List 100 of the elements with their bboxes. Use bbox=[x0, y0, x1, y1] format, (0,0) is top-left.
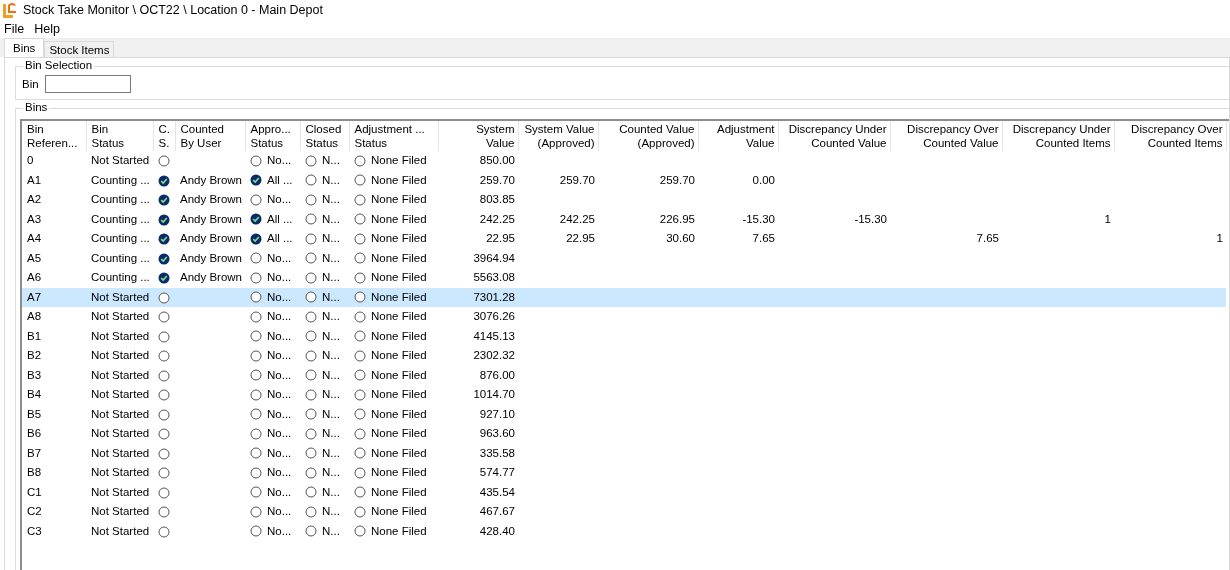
radio-circle-icon[interactable] bbox=[250, 506, 262, 518]
column-header[interactable]: Appro... Status bbox=[245, 121, 300, 151]
radio-circle-icon[interactable] bbox=[305, 272, 317, 284]
radio-circle-icon[interactable] bbox=[158, 525, 170, 538]
radio-circle-icon[interactable] bbox=[354, 389, 366, 401]
table-row[interactable]: A4 Counting ... Andy Brown All ... N... None Filed 22.95 22.95 30.60 7.65 7.65 1 bbox=[22, 229, 1226, 249]
table-row[interactable]: A1 Counting ... Andy Brown All ... N... None Filed 259.70 259.70 259.70 0.00 bbox=[22, 170, 1226, 190]
check-circle-icon[interactable] bbox=[158, 252, 170, 265]
check-circle-icon[interactable] bbox=[158, 174, 170, 187]
table-row[interactable]: C1 Not Started No... N... None Filed 435.54 bbox=[22, 482, 1226, 502]
radio-circle-icon[interactable] bbox=[158, 408, 170, 421]
radio-circle-icon[interactable] bbox=[305, 467, 317, 479]
radio-circle-icon[interactable] bbox=[250, 252, 262, 265]
column-header[interactable]: Discrepancy Over Counted Items bbox=[1114, 121, 1226, 151]
radio-circle-icon[interactable] bbox=[354, 174, 366, 187]
check-circle-icon[interactable] bbox=[250, 213, 262, 226]
radio-circle-icon[interactable] bbox=[354, 428, 366, 440]
radio-circle-icon[interactable] bbox=[354, 272, 366, 284]
table-row[interactable]: B2 Not Started No... N... None Filed 2302.32 bbox=[22, 346, 1226, 366]
radio-circle-icon[interactable] bbox=[305, 233, 317, 245]
radio-circle-icon[interactable] bbox=[354, 311, 366, 323]
radio-circle-icon[interactable] bbox=[354, 369, 366, 382]
radio-circle-icon[interactable] bbox=[305, 194, 317, 206]
column-header[interactable]: C. S. bbox=[153, 121, 175, 151]
radio-circle-icon[interactable] bbox=[305, 525, 317, 538]
radio-circle-icon[interactable] bbox=[305, 369, 317, 382]
table-row[interactable]: C3 Not Started No... N... None Filed 428.40 bbox=[22, 521, 1226, 541]
table-row[interactable]: A5 Counting ... Andy Brown No... N... None Filed 3964.94 bbox=[22, 248, 1226, 268]
radio-circle-icon[interactable] bbox=[250, 194, 262, 206]
menu-item[interactable]: File bbox=[4, 22, 25, 36]
radio-circle-icon[interactable] bbox=[158, 447, 170, 460]
radio-circle-icon[interactable] bbox=[250, 272, 262, 284]
radio-circle-icon[interactable] bbox=[305, 428, 317, 440]
check-circle-icon[interactable] bbox=[158, 233, 170, 246]
radio-circle-icon[interactable] bbox=[305, 350, 317, 362]
radio-circle-icon[interactable] bbox=[305, 311, 317, 323]
radio-circle-icon[interactable] bbox=[158, 330, 170, 343]
radio-circle-icon[interactable] bbox=[158, 291, 170, 304]
radio-circle-icon[interactable] bbox=[354, 213, 366, 226]
radio-circle-icon[interactable] bbox=[250, 525, 262, 538]
radio-circle-icon[interactable] bbox=[354, 330, 366, 343]
radio-circle-icon[interactable] bbox=[158, 311, 170, 324]
radio-circle-icon[interactable] bbox=[250, 369, 262, 382]
radio-circle-icon[interactable] bbox=[158, 350, 170, 363]
radio-circle-icon[interactable] bbox=[250, 408, 262, 421]
table-row[interactable]: A3 Counting ... Andy Brown All ... N... None Filed 242.25 242.25 226.95 -15.30 -15.30 1 bbox=[22, 209, 1226, 229]
table-row[interactable]: B1 Not Started No... N... None Filed 4145.13 bbox=[22, 326, 1226, 346]
radio-circle-icon[interactable] bbox=[250, 428, 262, 440]
radio-circle-icon[interactable] bbox=[250, 311, 262, 323]
column-header[interactable]: System Value (Approved) bbox=[518, 121, 598, 151]
column-header[interactable]: Adjustment ... Status bbox=[349, 121, 438, 151]
radio-circle-icon[interactable] bbox=[354, 194, 366, 206]
radio-circle-icon[interactable] bbox=[158, 428, 170, 441]
table-row[interactable]: A6 Counting ... Andy Brown No... N... None Filed 5563.08 bbox=[22, 268, 1226, 288]
table-row[interactable]: B4 Not Started No... N... None Filed 1014.70 bbox=[22, 385, 1226, 405]
radio-circle-icon[interactable] bbox=[354, 291, 366, 304]
table-row[interactable]: C2 Not Started No... N... None Filed 467.67 bbox=[22, 502, 1226, 522]
radio-circle-icon[interactable] bbox=[250, 291, 262, 304]
column-header[interactable]: System Value bbox=[438, 121, 518, 151]
table-row[interactable]: B5 Not Started No... N... None Filed 927.10 bbox=[22, 404, 1226, 424]
column-header[interactable]: Discrepancy Under Counted Value bbox=[778, 121, 890, 151]
check-circle-icon[interactable] bbox=[158, 194, 170, 207]
radio-circle-icon[interactable] bbox=[305, 389, 317, 401]
radio-circle-icon[interactable] bbox=[305, 506, 317, 518]
radio-circle-icon[interactable] bbox=[250, 467, 262, 479]
radio-circle-icon[interactable] bbox=[354, 233, 366, 245]
column-header[interactable]: Discrepancy Under Counted Items bbox=[1002, 121, 1114, 151]
radio-circle-icon[interactable] bbox=[305, 213, 317, 226]
bin-field[interactable] bbox=[44, 75, 131, 93]
table-row[interactable]: A2 Counting ... Andy Brown No... N... None Filed 803.85 bbox=[22, 190, 1226, 210]
radio-circle-icon[interactable] bbox=[250, 389, 262, 401]
check-circle-icon[interactable] bbox=[250, 233, 262, 245]
radio-circle-icon[interactable] bbox=[305, 291, 317, 304]
radio-circle-icon[interactable] bbox=[305, 155, 317, 167]
column-header[interactable]: Counted Value (Approved) bbox=[598, 121, 698, 151]
check-circle-icon[interactable] bbox=[158, 213, 170, 226]
radio-circle-icon[interactable] bbox=[250, 486, 262, 499]
table-row[interactable]: 0 Not Started No... N... None Filed 850.00 bbox=[22, 151, 1226, 171]
radio-circle-icon[interactable] bbox=[158, 486, 170, 499]
table-row[interactable]: A8 Not Started No... N... None Filed 3076.26 bbox=[22, 307, 1226, 327]
radio-circle-icon[interactable] bbox=[250, 330, 262, 343]
radio-circle-icon[interactable] bbox=[305, 408, 317, 421]
radio-circle-icon[interactable] bbox=[305, 486, 317, 499]
radio-circle-icon[interactable] bbox=[354, 447, 366, 460]
table-row[interactable]: B7 Not Started No... N... None Filed 335.58 bbox=[22, 443, 1226, 463]
radio-circle-icon[interactable] bbox=[354, 486, 366, 499]
check-circle-icon[interactable] bbox=[158, 272, 170, 285]
table-row[interactable]: B3 Not Started No... N... None Filed 876.00 bbox=[22, 365, 1226, 385]
radio-circle-icon[interactable] bbox=[305, 252, 317, 265]
radio-circle-icon[interactable] bbox=[354, 467, 366, 479]
table-row[interactable]: A7 Not Started No... N... None Filed 7301.28 bbox=[22, 287, 1226, 307]
tab[interactable]: Stock Items bbox=[44, 41, 115, 57]
radio-circle-icon[interactable] bbox=[158, 506, 170, 519]
radio-circle-icon[interactable] bbox=[305, 447, 317, 460]
radio-circle-icon[interactable] bbox=[354, 408, 366, 421]
radio-circle-icon[interactable] bbox=[354, 252, 366, 265]
table-row[interactable]: B6 Not Started No... N... None Filed 963.60 bbox=[22, 424, 1226, 444]
column-header[interactable]: Bin Referen... bbox=[22, 121, 86, 151]
column-header[interactable]: Counted By User bbox=[175, 121, 245, 151]
column-header[interactable]: Adjustment Value bbox=[698, 121, 778, 151]
